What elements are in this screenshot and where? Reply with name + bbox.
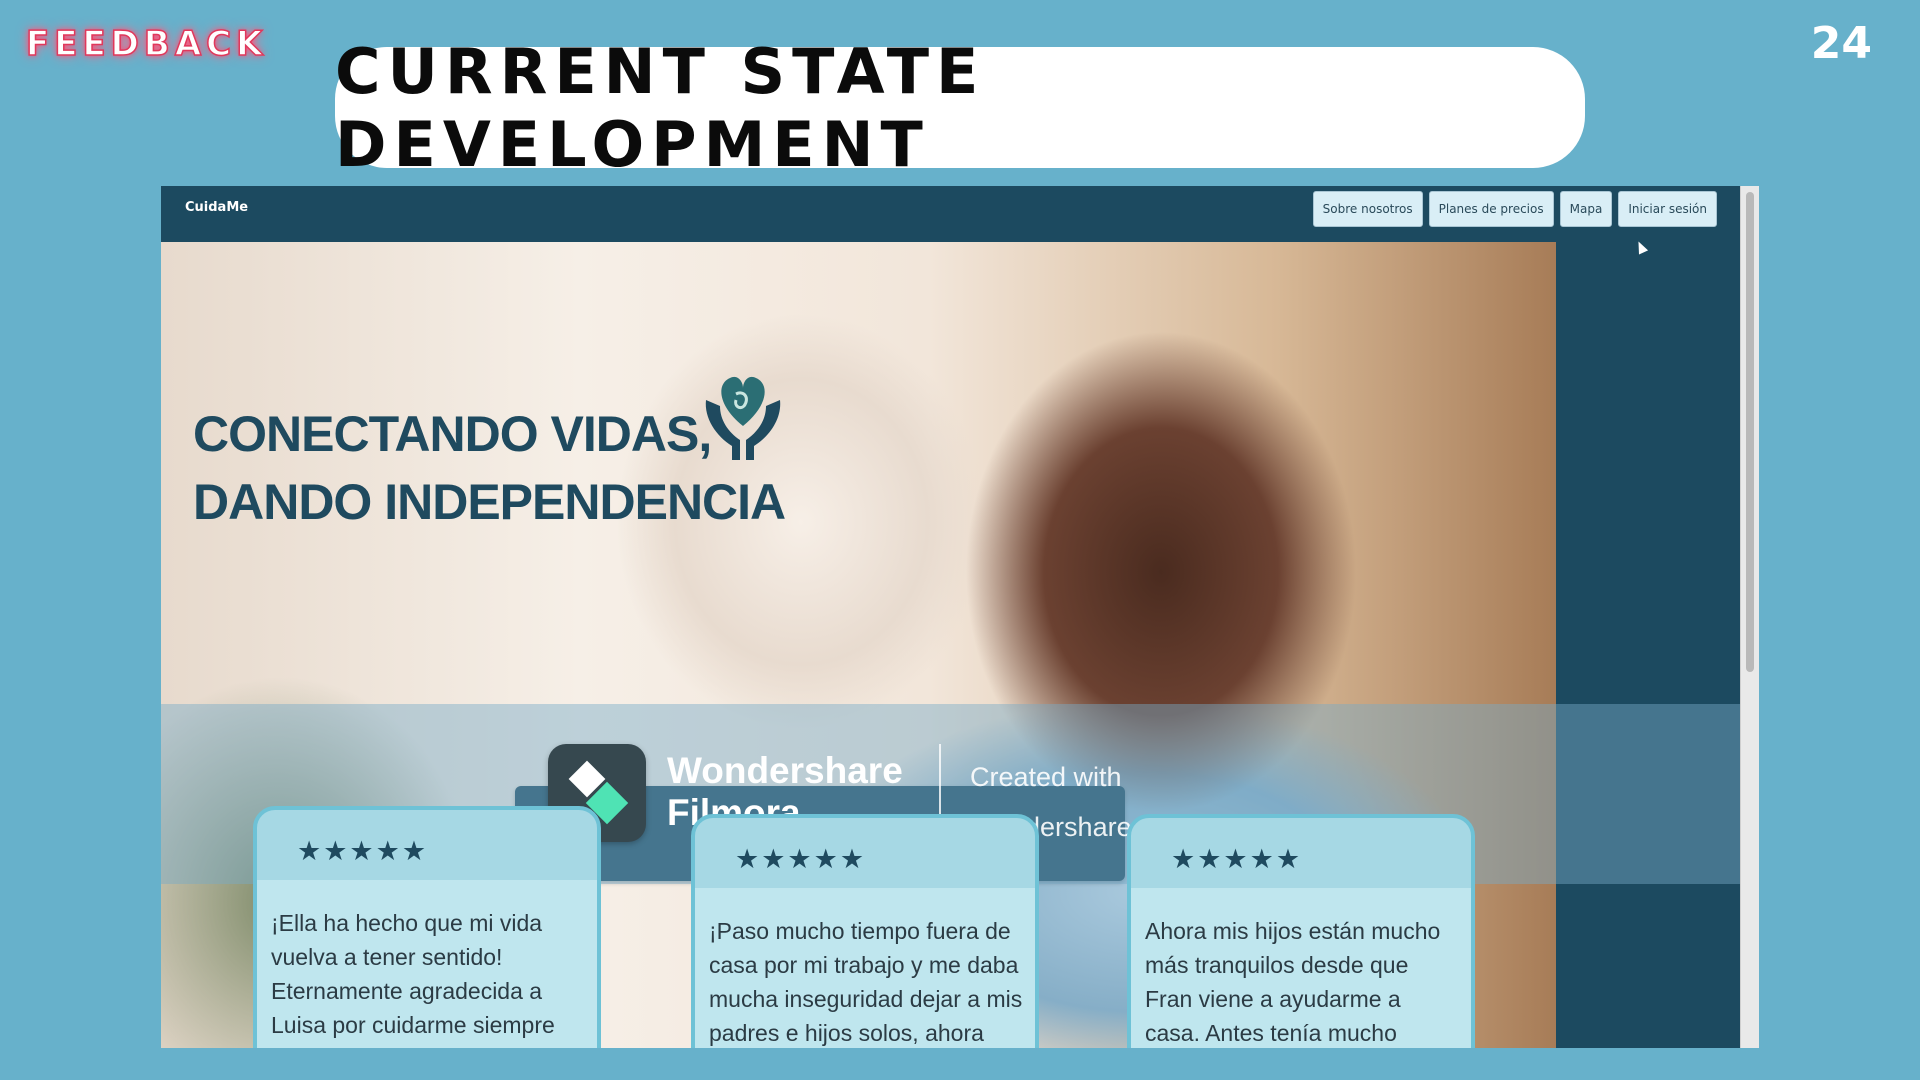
nav-about-button[interactable]: Sobre nosotros <box>1312 191 1423 227</box>
review-card: ★★★★★ ¡Ella ha hecho que mi vida vuelva … <box>253 806 601 1048</box>
nav-pricing-button[interactable]: Planes de precios <box>1428 191 1554 227</box>
page-scrollbar[interactable] <box>1740 186 1759 1048</box>
hero-headline: CONECTANDO VIDAS, DANDO INDEPENDENCIA <box>193 400 786 536</box>
rating-stars: ★★★★★ <box>1171 844 1303 875</box>
rating-stars: ★★★★★ <box>297 836 429 867</box>
site-navbar: CuidaMe Sobre nosotros Planes de precios… <box>161 186 1741 242</box>
slide-number: 24 <box>1810 18 1872 69</box>
scrollbar-thumb[interactable] <box>1746 192 1754 672</box>
slide-title: CURRENT STATE DEVELOPMENT <box>335 34 986 181</box>
rating-stars: ★★★★★ <box>735 844 867 875</box>
hero-headline-line2: DANDO INDEPENDENCIA <box>193 474 786 530</box>
hero-headline-line1: CONECTANDO VIDAS, <box>193 406 712 462</box>
filmora-created-line1: Created with <box>970 762 1122 792</box>
review-text: ¡Ella ha hecho que mi vida vuelva a tene… <box>257 880 597 1048</box>
filmora-brand-line1: Wondershare <box>667 750 903 791</box>
slide-title-pill: CURRENT STATE DEVELOPMENT <box>335 35 1585 181</box>
review-text: Ahora mis hijos están mucho más tranquil… <box>1131 888 1471 1048</box>
nav-buttons: Sobre nosotros Planes de precios Mapa In… <box>1312 191 1717 227</box>
review-card: ★★★★★ ¡Paso mucho tiempo fuera de casa p… <box>691 814 1039 1048</box>
review-text: ¡Paso mucho tiempo fuera de casa por mi … <box>695 888 1035 1048</box>
nav-login-button[interactable]: Iniciar sesión <box>1618 191 1717 227</box>
feedback-tag: FEEDBACK <box>25 23 268 65</box>
website-screenshot: CuidaMe Sobre nosotros Planes de precios… <box>161 186 1759 1048</box>
nav-map-button[interactable]: Mapa <box>1559 191 1613 227</box>
site-brand[interactable]: CuidaMe <box>185 200 248 215</box>
review-card: ★★★★★ Ahora mis hijos están mucho más tr… <box>1127 814 1475 1048</box>
hands-heart-icon <box>705 376 781 460</box>
